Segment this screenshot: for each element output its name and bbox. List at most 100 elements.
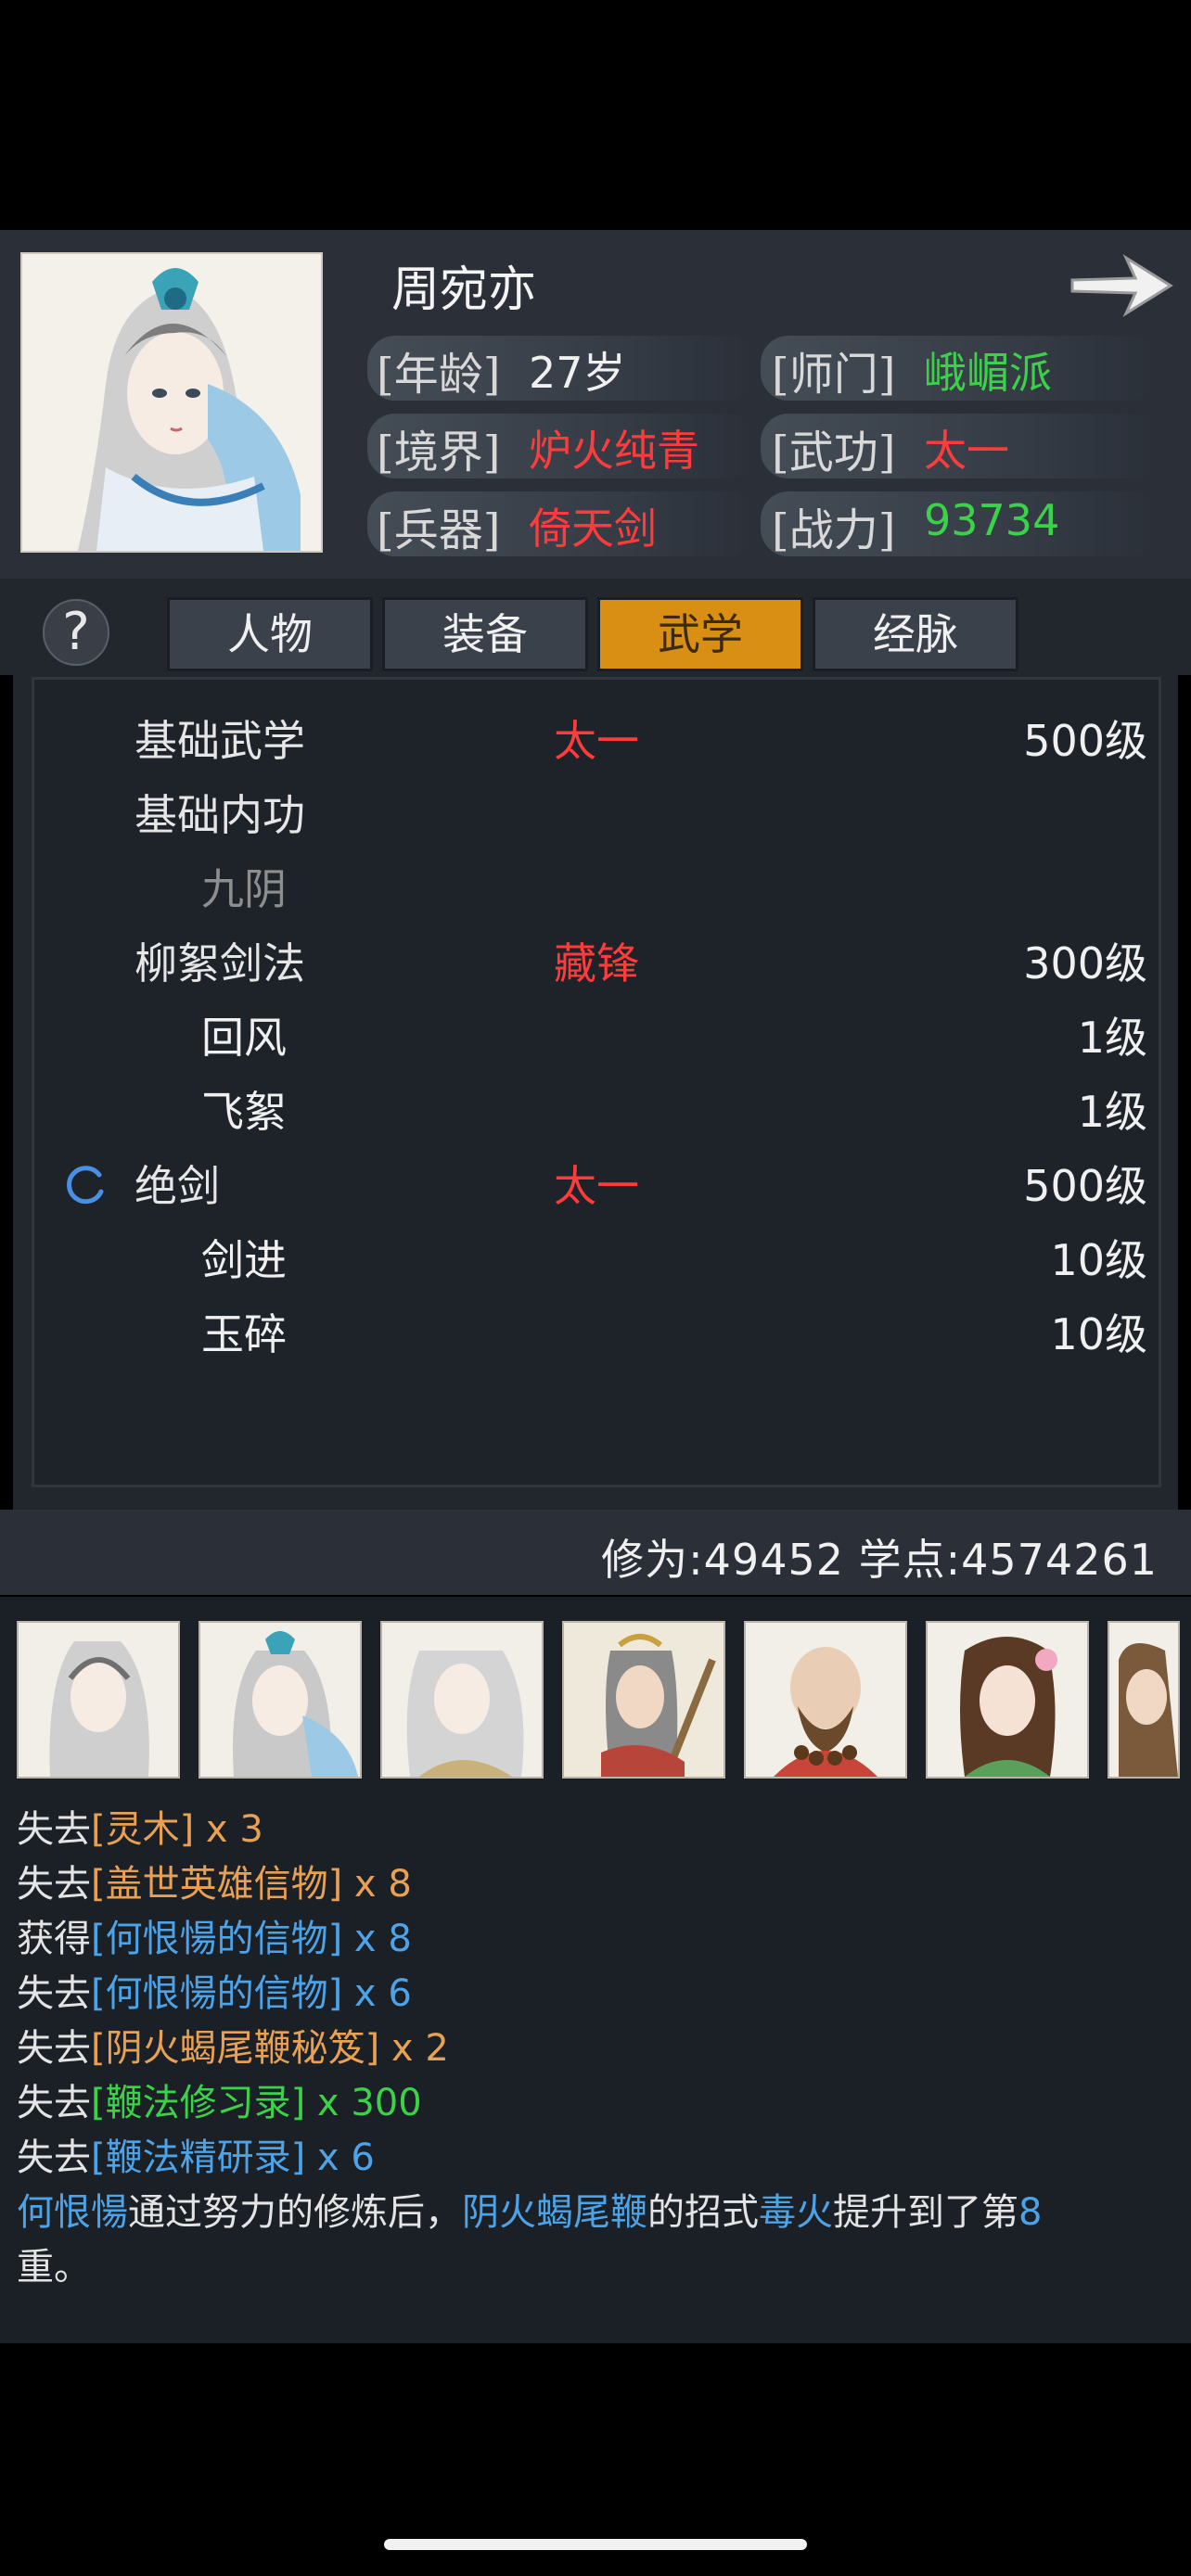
skill-name: 剑进 [201,1235,287,1285]
log-text: 通过努力的修炼后， [128,2191,462,2234]
skill-row[interactable]: 基础武学 太一 500级 [34,698,1147,772]
skill-name: 玉碎 [201,1309,287,1359]
log-line: 失去[盖世英雄信物] x 8 [17,1854,412,1907]
log-item: [何恨愓的信物] [91,1972,343,2015]
skill-row[interactable]: 回风 1级 [34,995,1147,1069]
log-line: 失去[阴火蝎尾鞭秘笈] x 2 [17,2018,449,2072]
skill-row[interactable]: 飞絮 1级 [34,1069,1147,1143]
log-line: 获得[何恨愓的信物] x 8 [17,1908,412,1962]
skill-style: 太一 [554,716,639,766]
character-card[interactable] [380,1621,544,1779]
character-avatar [200,1623,360,1777]
log-count: x 6 [305,2136,375,2179]
tab-equipment[interactable]: 装备 [382,597,588,671]
next-arrow-button[interactable] [1067,250,1174,321]
skill-name: 绝剑 [134,1161,220,1211]
log-line: 失去[灵木] x 3 [17,1799,263,1853]
log-text: 提升到了第 [833,2191,1018,2234]
skill-name: 飞絮 [201,1087,287,1137]
tab-character[interactable]: 人物 [167,597,373,671]
skill-row[interactable]: 剑进 10级 [34,1218,1147,1292]
log-line: 失去[鞭法修习录] x 300 [17,2072,422,2126]
log-name: 何恨愓 [17,2191,128,2234]
skill-name: 基础武学 [134,716,305,766]
log-item: [盖世英雄信物] [91,1863,343,1906]
skill-name: 柳絮剑法 [134,938,305,988]
arrow-right-icon [1070,254,1173,317]
weapon-value: 倚天剑 [529,504,657,554]
character-avatar [19,1623,178,1777]
loading-icon [67,1166,104,1205]
log-verb: 获得 [17,1918,91,1960]
home-indicator[interactable] [384,2539,807,2550]
skill-row[interactable]: 绝剑 太一 500级 [34,1143,1147,1218]
log-verb: 失去 [17,1972,91,2015]
skill-style: 藏锋 [554,938,639,988]
log-count: x 3 [194,1808,263,1851]
skill-level: 1级 [1077,1013,1147,1063]
log-count: x 8 [342,1863,412,1906]
log-line: 失去[鞭法精研录] x 6 [17,2127,375,2181]
log-level: 8 [1018,2191,1043,2234]
character-card[interactable] [198,1621,362,1779]
weapon-label: [兵器] [377,504,501,556]
character-avatar [564,1623,724,1777]
log-item: [鞭法修习录] [91,2082,306,2124]
character-name: 周宛亦 [391,262,537,318]
power-label: [战力] [772,504,896,556]
skill-list: 基础武学 太一 500级 基础内功 九阴 柳絮剑法 藏锋 300级 回风 1级 … [32,677,1161,1487]
log-item: [鞭法精研录] [91,2136,306,2179]
skill-style: 太一 [554,1161,639,1211]
sect-label: [师门] [772,349,896,401]
help-button[interactable]: ? [43,599,109,666]
skill-level: 10级 [1050,1309,1147,1359]
character-avatar [746,1623,905,1777]
skill-row[interactable]: 基础内功 [34,772,1147,847]
log-item: [阴火蝎尾鞭秘笈] [91,2027,380,2070]
character-avatar [382,1623,542,1777]
age-label: [年龄] [377,349,501,401]
skill-level: 500级 [1023,1161,1147,1211]
log-move: 毒火 [759,2191,833,2234]
character-card[interactable] [1108,1621,1180,1779]
log-item: [何恨愓的信物] [91,1918,343,1960]
cultivation-points: 修为:49452 学点:4574261 [601,1535,1158,1585]
log-count: x 6 [342,1972,412,2015]
log-verb: 失去 [17,1863,91,1906]
character-card[interactable] [744,1621,907,1779]
skill-level: 500级 [1023,716,1147,766]
character-card[interactable] [562,1621,725,1779]
realm-value: 炉火纯青 [529,426,699,476]
tab-meridians[interactable]: 经脉 [813,597,1018,671]
character-card[interactable] [17,1621,180,1779]
tab-martial-arts[interactable]: 武学 [597,597,803,671]
skill-name: 回风 [201,1013,287,1063]
log-message-cont: 重。 [17,2246,91,2289]
character-card[interactable] [926,1621,1089,1779]
sect-value: 峨嵋派 [924,348,1052,398]
log-item: [灵木] [91,1808,195,1851]
skill-level: 1级 [1077,1087,1147,1137]
log-verb: 失去 [17,1808,91,1851]
skill-name: 九阴 [201,864,287,914]
log-count: x 2 [379,2027,449,2070]
skill-row[interactable]: 九阴 [34,847,1147,921]
skill-level: 300级 [1023,938,1147,988]
skill-row[interactable]: 玉碎 10级 [34,1292,1147,1366]
martial-label: [武功] [772,427,896,478]
skill-row[interactable]: 柳絮剑法 藏锋 300级 [34,921,1147,995]
log-line: 失去[何恨愓的信物] x 6 [17,1963,412,2017]
power-value: 93734 [924,495,1060,545]
skill-name: 基础内功 [134,790,305,840]
realm-label: [境界] [377,427,501,478]
log-verb: 失去 [17,2136,91,2179]
age-value: 27岁 [529,348,626,398]
log-text: 的招式 [647,2191,759,2234]
log-message: 何恨愓通过努力的修炼后，阴火蝎尾鞭的招式毒火提升到了第8 [17,2182,1042,2236]
log-verb: 失去 [17,2082,91,2124]
character-avatar [1109,1623,1178,1777]
character-avatar [928,1623,1087,1777]
skill-level: 10级 [1050,1235,1147,1285]
log-verb: 失去 [17,2027,91,2070]
log-skill: 阴火蝎尾鞭 [462,2191,647,2234]
